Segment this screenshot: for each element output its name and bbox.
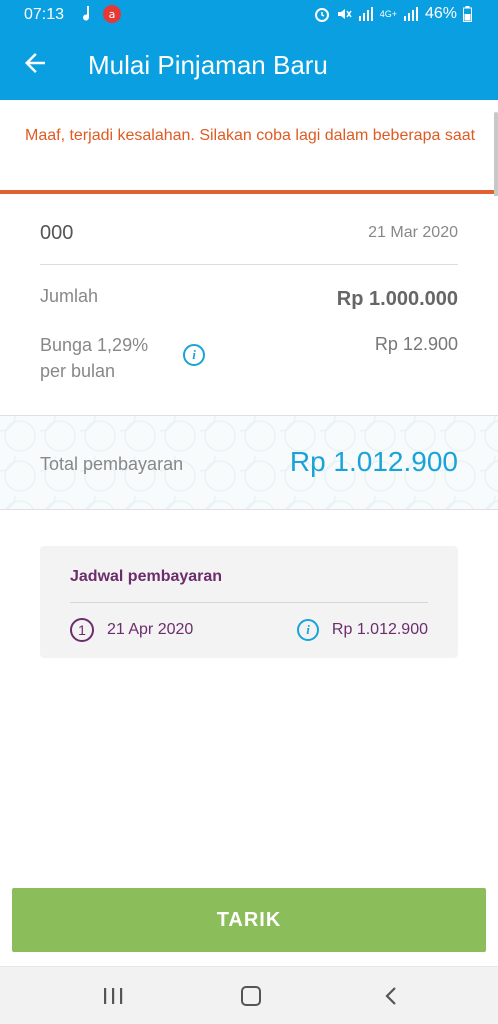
arrow-left-icon[interactable] bbox=[20, 48, 50, 78]
total-value: Rp 1.012.900 bbox=[289, 446, 458, 477]
recent-apps-icon[interactable] bbox=[102, 987, 124, 1005]
installment-amount: Rp 1.012.900 bbox=[331, 621, 428, 638]
loan-id: 000 bbox=[40, 222, 74, 244]
payment-schedule: Jadwal pembayaran 1 21 Apr 2020 i Rp 1.0… bbox=[40, 546, 458, 658]
error-banner: Maaf, terjadi kesalahan. Silakan coba la… bbox=[0, 100, 498, 194]
battery-level: 46% bbox=[424, 5, 457, 22]
app-bar: Mulai Pinjaman Baru bbox=[0, 30, 498, 100]
network-type: 4G+ bbox=[379, 9, 397, 19]
app-notification-icon: a bbox=[103, 5, 121, 23]
battery-icon bbox=[463, 6, 472, 22]
interest-value: Rp 12.900 bbox=[374, 334, 458, 354]
total-payment-band: Total pembayaran Rp 1.012.900 bbox=[0, 416, 498, 510]
divider bbox=[70, 602, 428, 603]
amount-label: Jumlah bbox=[40, 286, 99, 306]
signal-icon bbox=[358, 7, 373, 21]
alarm-icon bbox=[314, 8, 329, 22]
info-icon[interactable]: i bbox=[183, 344, 205, 366]
music-note-icon bbox=[83, 6, 90, 21]
tarik-button[interactable]: TARIK bbox=[12, 888, 486, 952]
back-icon[interactable] bbox=[382, 986, 402, 1006]
home-icon[interactable] bbox=[241, 986, 261, 1006]
installment-date: 21 Apr 2020 bbox=[107, 621, 194, 638]
loan-details-card: 000 21 Mar 2020 Jumlah Rp 1.000.000 Bung… bbox=[0, 196, 498, 416]
divider bbox=[40, 264, 458, 265]
total-label: Total pembayaran bbox=[40, 454, 184, 474]
info-icon[interactable]: i bbox=[297, 619, 319, 641]
error-message: Maaf, terjadi kesalahan. Silakan coba la… bbox=[25, 127, 476, 144]
system-nav-bar bbox=[0, 966, 498, 1024]
loan-date: 21 Mar 2020 bbox=[368, 224, 458, 241]
status-bar: 07:13 a 4G+ 46% bbox=[0, 0, 498, 30]
signal-icon-2 bbox=[403, 7, 418, 21]
schedule-title: Jadwal pembayaran bbox=[70, 568, 223, 585]
installment-number: 1 bbox=[70, 618, 94, 642]
svg-text:a: a bbox=[109, 8, 116, 21]
status-time: 07:13 bbox=[24, 6, 65, 23]
page-title: Mulai Pinjaman Baru bbox=[88, 50, 328, 80]
interest-label: Bunga 1,29% per bulan bbox=[40, 335, 149, 381]
mute-icon bbox=[337, 9, 352, 19]
amount-value: Rp 1.000.000 bbox=[336, 288, 458, 310]
